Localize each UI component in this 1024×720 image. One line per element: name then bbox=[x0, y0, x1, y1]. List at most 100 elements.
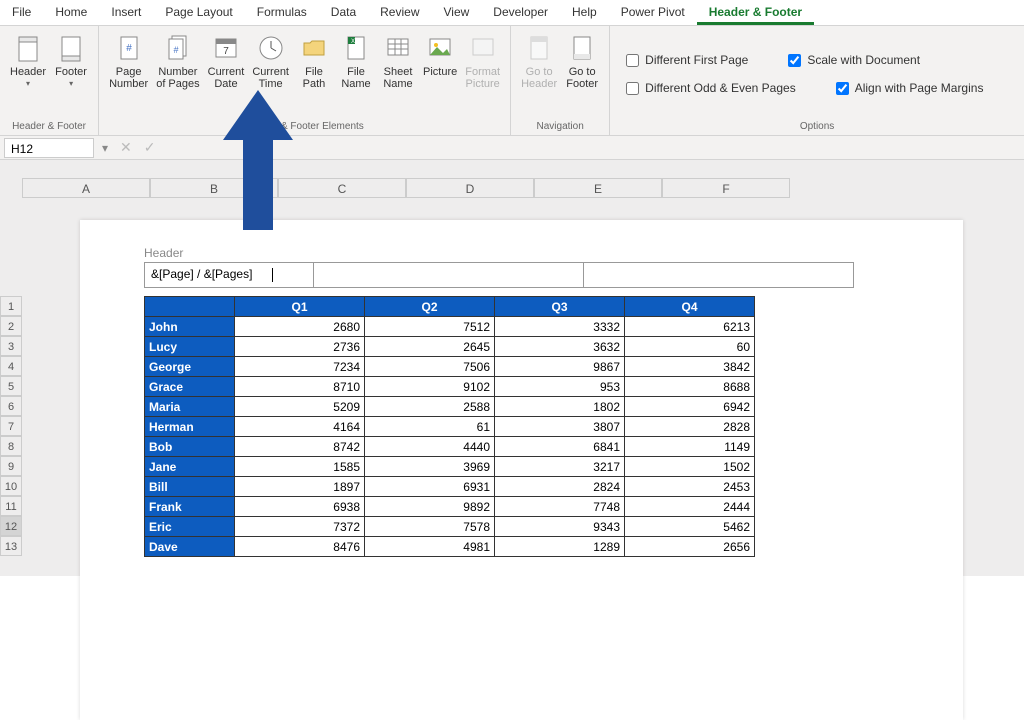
number-of-pages-button[interactable]: #Numberof Pages bbox=[152, 30, 203, 118]
table-row[interactable]: Maria5209258818026942 bbox=[145, 397, 755, 417]
value-cell[interactable]: 8476 bbox=[235, 537, 365, 557]
sheet-name-button[interactable]: SheetName bbox=[377, 30, 419, 118]
tab-developer[interactable]: Developer bbox=[481, 0, 560, 25]
current-date-button[interactable]: 7CurrentDate bbox=[204, 30, 249, 118]
value-cell[interactable]: 9867 bbox=[495, 357, 625, 377]
tab-insert[interactable]: Insert bbox=[99, 0, 153, 25]
row-name-cell[interactable]: Lucy bbox=[145, 337, 235, 357]
value-cell[interactable]: 7748 bbox=[495, 497, 625, 517]
tab-review[interactable]: Review bbox=[368, 0, 431, 25]
table-row[interactable]: Jane1585396932171502 bbox=[145, 457, 755, 477]
value-cell[interactable]: 4981 bbox=[365, 537, 495, 557]
different-first-page-checkbox[interactable]: Different First Page bbox=[626, 53, 748, 67]
column-header-E[interactable]: E bbox=[534, 178, 662, 198]
file-name-button[interactable]: XFileName bbox=[335, 30, 377, 118]
header-button[interactable]: Header bbox=[6, 30, 50, 118]
table-row[interactable]: Dave8476498112892656 bbox=[145, 537, 755, 557]
tab-help[interactable]: Help bbox=[560, 0, 609, 25]
table-row[interactable]: Bill1897693128242453 bbox=[145, 477, 755, 497]
table-header[interactable]: Q2 bbox=[365, 297, 495, 317]
value-cell[interactable]: 9892 bbox=[365, 497, 495, 517]
row-header-9[interactable]: 9 bbox=[0, 456, 22, 476]
value-cell[interactable]: 2588 bbox=[365, 397, 495, 417]
name-box[interactable]: H12 bbox=[4, 138, 94, 158]
value-cell[interactable]: 2680 bbox=[235, 317, 365, 337]
table-header[interactable] bbox=[145, 297, 235, 317]
value-cell[interactable]: 3842 bbox=[625, 357, 755, 377]
value-cell[interactable]: 6841 bbox=[495, 437, 625, 457]
value-cell[interactable]: 2656 bbox=[625, 537, 755, 557]
tab-page-layout[interactable]: Page Layout bbox=[153, 0, 244, 25]
tab-header-footer[interactable]: Header & Footer bbox=[697, 0, 814, 25]
value-cell[interactable]: 1502 bbox=[625, 457, 755, 477]
value-cell[interactable]: 7506 bbox=[365, 357, 495, 377]
column-header-B[interactable]: B bbox=[150, 178, 278, 198]
table-row[interactable]: Lucy27362645363260 bbox=[145, 337, 755, 357]
value-cell[interactable]: 953 bbox=[495, 377, 625, 397]
row-name-cell[interactable]: John bbox=[145, 317, 235, 337]
name-box-dropdown-icon[interactable]: ▾ bbox=[98, 141, 112, 155]
value-cell[interactable]: 2645 bbox=[365, 337, 495, 357]
file-path-button[interactable]: FilePath bbox=[293, 30, 335, 118]
row-header-3[interactable]: 3 bbox=[0, 336, 22, 356]
value-cell[interactable]: 2828 bbox=[625, 417, 755, 437]
scale-with-document-checkbox[interactable]: Scale with Document bbox=[788, 53, 920, 67]
row-header-12[interactable]: 12 bbox=[0, 516, 22, 536]
value-cell[interactable]: 1585 bbox=[235, 457, 365, 477]
table-row[interactable]: Eric7372757893435462 bbox=[145, 517, 755, 537]
value-cell[interactable]: 2824 bbox=[495, 477, 625, 497]
value-cell[interactable]: 3332 bbox=[495, 317, 625, 337]
table-row[interactable]: John2680751233326213 bbox=[145, 317, 755, 337]
value-cell[interactable]: 60 bbox=[625, 337, 755, 357]
table-row[interactable]: George7234750698673842 bbox=[145, 357, 755, 377]
value-cell[interactable]: 8710 bbox=[235, 377, 365, 397]
value-cell[interactable]: 6213 bbox=[625, 317, 755, 337]
tab-data[interactable]: Data bbox=[319, 0, 368, 25]
value-cell[interactable]: 8688 bbox=[625, 377, 755, 397]
value-cell[interactable]: 2444 bbox=[625, 497, 755, 517]
value-cell[interactable]: 5209 bbox=[235, 397, 365, 417]
value-cell[interactable]: 6931 bbox=[365, 477, 495, 497]
value-cell[interactable]: 9343 bbox=[495, 517, 625, 537]
row-name-cell[interactable]: Maria bbox=[145, 397, 235, 417]
row-name-cell[interactable]: Bill bbox=[145, 477, 235, 497]
tab-home[interactable]: Home bbox=[43, 0, 99, 25]
value-cell[interactable]: 3632 bbox=[495, 337, 625, 357]
current-time-button[interactable]: CurrentTime bbox=[248, 30, 293, 118]
different-odd-even-checkbox[interactable]: Different Odd & Even Pages bbox=[626, 81, 796, 95]
value-cell[interactable]: 4440 bbox=[365, 437, 495, 457]
tab-view[interactable]: View bbox=[432, 0, 482, 25]
row-name-cell[interactable]: Frank bbox=[145, 497, 235, 517]
picture-button[interactable]: Picture bbox=[419, 30, 461, 118]
value-cell[interactable]: 61 bbox=[365, 417, 495, 437]
value-cell[interactable]: 7512 bbox=[365, 317, 495, 337]
footer-button[interactable]: Footer bbox=[50, 30, 92, 118]
value-cell[interactable]: 6938 bbox=[235, 497, 365, 517]
row-header-4[interactable]: 4 bbox=[0, 356, 22, 376]
header-center-box[interactable] bbox=[314, 262, 584, 288]
table-header[interactable]: Q3 bbox=[495, 297, 625, 317]
value-cell[interactable]: 5462 bbox=[625, 517, 755, 537]
value-cell[interactable]: 2453 bbox=[625, 477, 755, 497]
row-header-10[interactable]: 10 bbox=[0, 476, 22, 496]
row-header-13[interactable]: 13 bbox=[0, 536, 22, 556]
tab-file[interactable]: File bbox=[0, 0, 43, 25]
row-name-cell[interactable]: Grace bbox=[145, 377, 235, 397]
table-header[interactable]: Q4 bbox=[625, 297, 755, 317]
value-cell[interactable]: 2736 bbox=[235, 337, 365, 357]
column-header-F[interactable]: F bbox=[662, 178, 790, 198]
row-name-cell[interactable]: Eric bbox=[145, 517, 235, 537]
value-cell[interactable]: 1802 bbox=[495, 397, 625, 417]
value-cell[interactable]: 7234 bbox=[235, 357, 365, 377]
row-name-cell[interactable]: Herman bbox=[145, 417, 235, 437]
row-header-8[interactable]: 8 bbox=[0, 436, 22, 456]
header-edit-area[interactable]: &[Page] / &[Pages] bbox=[144, 262, 854, 288]
column-header-D[interactable]: D bbox=[406, 178, 534, 198]
column-header-C[interactable]: C bbox=[278, 178, 406, 198]
row-name-cell[interactable]: George bbox=[145, 357, 235, 377]
table-row[interactable]: Grace871091029538688 bbox=[145, 377, 755, 397]
page-number-button[interactable]: #PageNumber bbox=[105, 30, 152, 118]
value-cell[interactable]: 7372 bbox=[235, 517, 365, 537]
value-cell[interactable]: 1289 bbox=[495, 537, 625, 557]
value-cell[interactable]: 4164 bbox=[235, 417, 365, 437]
